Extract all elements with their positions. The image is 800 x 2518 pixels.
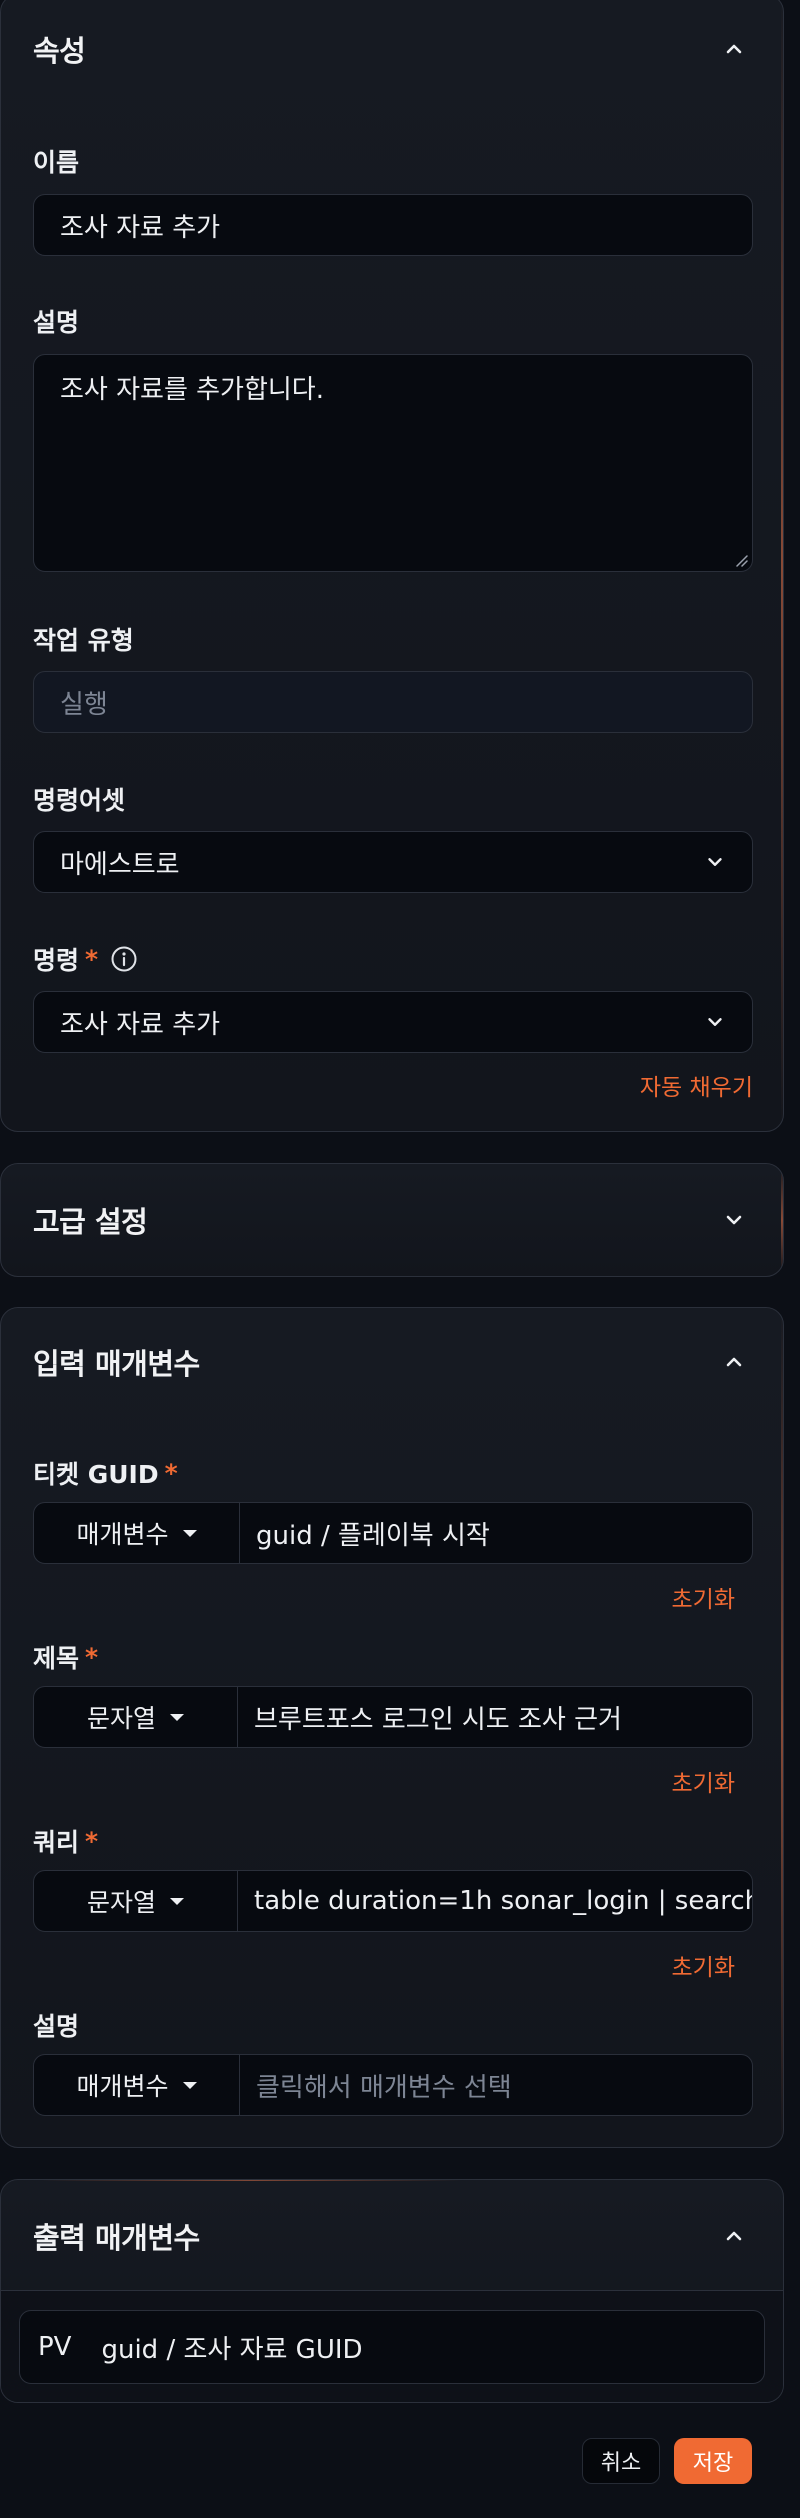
reset-link[interactable]: 초기화: [672, 1764, 735, 1798]
chevron-down-icon[interactable]: [717, 1203, 751, 1237]
action-type-value: 실행: [60, 689, 108, 720]
action-type-field: 실행: [33, 671, 753, 733]
output-parameters-panel: 출력 매개변수 PV guid / 조사 자료 GUID: [0, 2179, 784, 2403]
param-value-field[interactable]: 브루트포스 로그인 시도 조사 근거: [238, 1687, 752, 1747]
required-mark: *: [85, 1826, 99, 1856]
param-value-field[interactable]: guid / 플레이북 시작: [240, 1503, 752, 1563]
description-textarea-value: 조사 자료를 추가합니다.: [60, 375, 324, 405]
param-type-select[interactable]: 매개변수: [34, 2055, 240, 2115]
properties-header[interactable]: 속성: [33, 29, 751, 69]
advanced-header[interactable]: 고급 설정: [33, 1200, 751, 1240]
input-parameters-header[interactable]: 입력 매개변수: [33, 1342, 751, 1382]
param-type-select[interactable]: 매개변수: [34, 1503, 240, 1563]
chevron-up-icon[interactable]: [717, 1345, 751, 1379]
param-input-title: 문자열 브루트포스 로그인 시도 조사 근거: [33, 1686, 753, 1748]
output-parameters-header[interactable]: 출력 매개변수: [33, 2216, 751, 2256]
chevron-up-icon[interactable]: [717, 32, 751, 66]
caret-down-icon: [182, 1529, 197, 1537]
page: 속성 이름 조사 자료 추가 설명 조사 자료를 추가합니다. 작업 유형 실행: [0, 0, 800, 2518]
chevron-down-icon: [708, 858, 722, 866]
param-type-select[interactable]: 문자열: [34, 1687, 238, 1747]
param-input-description: 매개변수 클릭해서 매개변수 선택: [33, 2054, 753, 2116]
command-select-value: 조사 자료 추가: [60, 1009, 221, 1040]
asset-label: 명령어셋: [33, 786, 126, 815]
chevron-down-icon: [708, 1018, 722, 1026]
cancel-button[interactable]: 취소: [582, 2438, 660, 2484]
required-mark: *: [164, 1458, 178, 1488]
output-parameters-title: 출력 매개변수: [33, 2221, 200, 2255]
param-input-query: 문자열 table duration=1h sonar_login | sear…: [33, 1870, 753, 1932]
asset-select-value: 마에스트로: [60, 849, 180, 880]
required-mark: *: [85, 944, 99, 974]
caret-down-icon: [182, 2081, 197, 2089]
name-label: 이름: [33, 148, 80, 177]
resize-grip-icon[interactable]: [734, 553, 748, 567]
param-label-ticket-guid: 티켓 GUID *: [33, 1458, 178, 1490]
autofill-link[interactable]: 자동 채우기: [640, 1068, 753, 1102]
param-input-ticket-guid: 매개변수 guid / 플레이북 시작: [33, 1502, 753, 1564]
input-parameters-title: 입력 매개변수: [33, 1347, 200, 1381]
caret-down-icon: [170, 1713, 184, 1721]
save-button[interactable]: 저장: [674, 2438, 752, 2484]
input-parameters-panel: 입력 매개변수 티켓 GUID * 매개변수 guid / 플레이북 시작 초기…: [0, 1307, 784, 2148]
param-label-description: 설명: [33, 2012, 80, 2041]
output-param-row[interactable]: PV guid / 조사 자료 GUID: [19, 2310, 765, 2384]
description-label: 설명: [33, 308, 80, 337]
reset-link[interactable]: 초기화: [672, 1948, 735, 1982]
param-label-title: 제목 *: [33, 1642, 99, 1674]
asset-select[interactable]: 마에스트로: [33, 831, 753, 893]
required-mark: *: [85, 1642, 99, 1672]
advanced-title: 고급 설정: [33, 1205, 148, 1239]
command-label: 명령 *: [33, 941, 138, 977]
param-label-query: 쿼리 *: [33, 1826, 99, 1858]
output-param-tag: PV: [38, 2332, 72, 2362]
action-type-label: 작업 유형: [33, 626, 134, 655]
reset-link[interactable]: 초기화: [672, 1580, 735, 1614]
param-value-field[interactable]: 클릭해서 매개변수 선택: [240, 2055, 752, 2115]
chevron-up-icon[interactable]: [717, 2219, 751, 2253]
output-param-value: guid / 조사 자료 GUID: [101, 2334, 363, 2365]
properties-title: 속성: [33, 34, 86, 68]
advanced-settings-panel: 고급 설정: [0, 1163, 784, 1277]
info-icon[interactable]: [110, 945, 138, 973]
param-value-field[interactable]: table duration=1h sonar_login | search: [238, 1871, 752, 1931]
description-textarea[interactable]: 조사 자료를 추가합니다.: [33, 354, 753, 572]
name-input-value: 조사 자료 추가: [60, 212, 221, 243]
command-select[interactable]: 조사 자료 추가: [33, 991, 753, 1053]
properties-panel: 속성 이름 조사 자료 추가 설명 조사 자료를 추가합니다. 작업 유형 실행: [0, 0, 784, 1132]
param-type-select[interactable]: 문자열: [34, 1871, 238, 1931]
caret-down-icon: [170, 1897, 184, 1905]
name-input[interactable]: 조사 자료 추가: [33, 194, 753, 256]
